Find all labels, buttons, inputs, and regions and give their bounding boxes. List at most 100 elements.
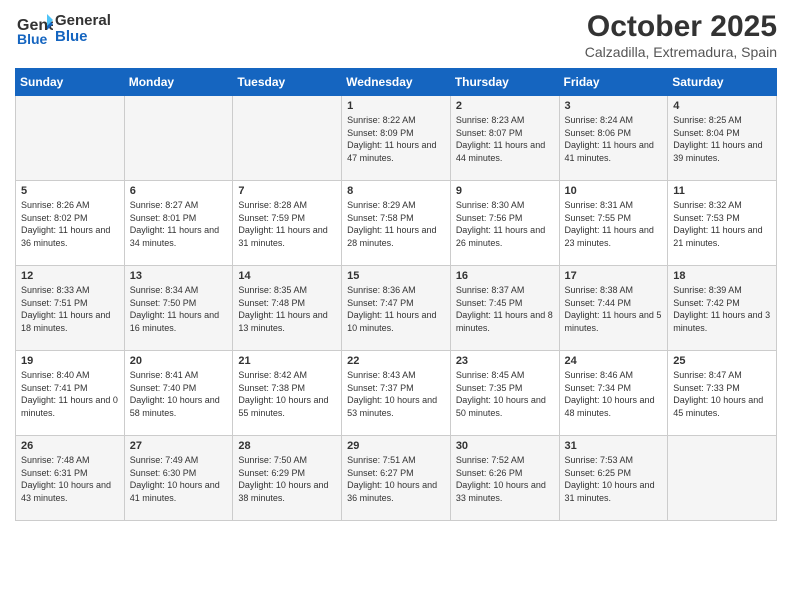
cell-info: Sunrise: 8:22 AM Sunset: 8:09 PM Dayligh… <box>347 114 445 164</box>
cell-info: Sunrise: 7:49 AM Sunset: 6:30 PM Dayligh… <box>130 454 228 504</box>
day-number: 29 <box>347 440 445 452</box>
day-number: 15 <box>347 270 445 282</box>
col-header-saturday: Saturday <box>668 69 777 96</box>
day-number: 14 <box>238 270 336 282</box>
day-number: 4 <box>673 100 771 112</box>
day-number: 23 <box>456 355 554 367</box>
cell-info: Sunrise: 8:28 AM Sunset: 7:59 PM Dayligh… <box>238 199 336 249</box>
day-cell: 23 Sunrise: 8:45 AM Sunset: 7:35 PM Dayli… <box>450 351 559 436</box>
cell-info: Sunrise: 8:24 AM Sunset: 8:06 PM Dayligh… <box>565 114 663 164</box>
cell-info: Sunrise: 8:42 AM Sunset: 7:38 PM Dayligh… <box>238 369 336 419</box>
cell-info: Sunrise: 8:32 AM Sunset: 7:53 PM Dayligh… <box>673 199 771 249</box>
day-cell: 29 Sunrise: 7:51 AM Sunset: 6:27 PM Dayli… <box>342 436 451 521</box>
day-cell: 8 Sunrise: 8:29 AM Sunset: 7:58 PM Daylig… <box>342 181 451 266</box>
day-number: 17 <box>565 270 663 282</box>
col-header-wednesday: Wednesday <box>342 69 451 96</box>
day-number: 25 <box>673 355 771 367</box>
day-number: 11 <box>673 185 771 197</box>
cell-info: Sunrise: 8:33 AM Sunset: 7:51 PM Dayligh… <box>21 284 119 334</box>
day-number: 13 <box>130 270 228 282</box>
day-number: 24 <box>565 355 663 367</box>
cell-info: Sunrise: 8:45 AM Sunset: 7:35 PM Dayligh… <box>456 369 554 419</box>
day-cell: 20Sunrise: 8:41 AM Sunset: 7:40 PM Dayli… <box>124 351 233 436</box>
cell-info: Sunrise: 8:30 AM Sunset: 7:56 PM Dayligh… <box>456 199 554 249</box>
day-number: 10 <box>565 185 663 197</box>
week-row-4: 19 Sunrise: 8:40 AM Sunset: 7:41 PM Dayli… <box>16 351 777 436</box>
day-cell: 24 Sunrise: 8:46 AM Sunset: 7:34 PM Dayli… <box>559 351 668 436</box>
cell-info: Sunrise: 7:51 AM Sunset: 6:27 PM Dayligh… <box>347 454 445 504</box>
day-cell: 14Sunrise: 8:35 AM Sunset: 7:48 PM Dayli… <box>233 266 342 351</box>
day-cell: 27 Sunrise: 7:49 AM Sunset: 6:30 PM Dayli… <box>124 436 233 521</box>
day-number: 8 <box>347 185 445 197</box>
cell-info: Sunrise: 8:31 AM Sunset: 7:55 PM Dayligh… <box>565 199 663 249</box>
day-cell: 19 Sunrise: 8:40 AM Sunset: 7:41 PM Dayli… <box>16 351 125 436</box>
svg-text:Blue: Blue <box>17 31 48 47</box>
logo-icon: General Blue <box>15 10 53 48</box>
day-cell: 28 Sunrise: 7:50 AM Sunset: 6:29 PM Dayli… <box>233 436 342 521</box>
day-number: 31 <box>565 440 663 452</box>
day-number: 6 <box>130 185 228 197</box>
day-number: 30 <box>456 440 554 452</box>
header-row: SundayMondayTuesdayWednesdayThursdayFrid… <box>16 69 777 96</box>
cell-info: Sunrise: 8:29 AM Sunset: 7:58 PM Dayligh… <box>347 199 445 249</box>
cell-info: Sunrise: 7:52 AM Sunset: 6:26 PM Dayligh… <box>456 454 554 504</box>
location-subtitle: Calzadilla, Extremadura, Spain <box>585 44 777 60</box>
day-cell: 3 Sunrise: 8:24 AM Sunset: 8:06 PM Daylig… <box>559 96 668 181</box>
cell-info: Sunrise: 7:53 AM Sunset: 6:25 PM Dayligh… <box>565 454 663 504</box>
day-cell: 13 Sunrise: 8:34 AM Sunset: 7:50 PM Dayli… <box>124 266 233 351</box>
cell-info: Sunrise: 8:36 AM Sunset: 7:47 PM Dayligh… <box>347 284 445 334</box>
day-number: 19 <box>21 355 119 367</box>
day-number: 5 <box>21 185 119 197</box>
week-row-3: 12Sunrise: 8:33 AM Sunset: 7:51 PM Dayli… <box>16 266 777 351</box>
day-cell: 25 Sunrise: 8:47 AM Sunset: 7:33 PM Dayli… <box>668 351 777 436</box>
day-number: 27 <box>130 440 228 452</box>
day-number: 7 <box>238 185 336 197</box>
logo-blue: Blue <box>55 29 111 46</box>
cell-info: Sunrise: 7:48 AM Sunset: 6:31 PM Dayligh… <box>21 454 119 504</box>
day-number: 18 <box>673 270 771 282</box>
day-cell: 11 Sunrise: 8:32 AM Sunset: 7:53 PM Dayli… <box>668 181 777 266</box>
day-cell <box>233 96 342 181</box>
cell-info: Sunrise: 8:41 AM Sunset: 7:40 PM Dayligh… <box>130 369 228 419</box>
cell-info: Sunrise: 8:47 AM Sunset: 7:33 PM Dayligh… <box>673 369 771 419</box>
cell-info: Sunrise: 8:23 AM Sunset: 8:07 PM Dayligh… <box>456 114 554 164</box>
day-number: 3 <box>565 100 663 112</box>
day-cell: 18Sunrise: 8:39 AM Sunset: 7:42 PM Dayli… <box>668 266 777 351</box>
day-number: 28 <box>238 440 336 452</box>
col-header-friday: Friday <box>559 69 668 96</box>
day-number: 16 <box>456 270 554 282</box>
day-cell <box>16 96 125 181</box>
day-cell: 17Sunrise: 8:38 AM Sunset: 7:44 PM Dayli… <box>559 266 668 351</box>
col-header-sunday: Sunday <box>16 69 125 96</box>
logo-general: General <box>55 13 111 30</box>
calendar-table: SundayMondayTuesdayWednesdayThursdayFrid… <box>15 68 777 521</box>
cell-info: Sunrise: 8:34 AM Sunset: 7:50 PM Dayligh… <box>130 284 228 334</box>
day-cell: 30 Sunrise: 7:52 AM Sunset: 6:26 PM Dayli… <box>450 436 559 521</box>
day-number: 22 <box>347 355 445 367</box>
day-number: 21 <box>238 355 336 367</box>
day-cell: 16Sunrise: 8:37 AM Sunset: 7:45 PM Dayli… <box>450 266 559 351</box>
cell-info: Sunrise: 8:25 AM Sunset: 8:04 PM Dayligh… <box>673 114 771 164</box>
cell-info: Sunrise: 8:26 AM Sunset: 8:02 PM Dayligh… <box>21 199 119 249</box>
day-cell: 22 Sunrise: 8:43 AM Sunset: 7:37 PM Dayli… <box>342 351 451 436</box>
logo: General Blue General Blue <box>15 10 111 48</box>
day-cell <box>668 436 777 521</box>
header: General Blue General Blue October 2025 C… <box>15 10 777 60</box>
day-number: 1 <box>347 100 445 112</box>
day-cell: 12Sunrise: 8:33 AM Sunset: 7:51 PM Dayli… <box>16 266 125 351</box>
week-row-1: 1 Sunrise: 8:22 AM Sunset: 8:09 PM Daylig… <box>16 96 777 181</box>
col-header-thursday: Thursday <box>450 69 559 96</box>
cell-info: Sunrise: 8:40 AM Sunset: 7:41 PM Dayligh… <box>21 369 119 419</box>
cell-info: Sunrise: 7:50 AM Sunset: 6:29 PM Dayligh… <box>238 454 336 504</box>
cell-info: Sunrise: 8:43 AM Sunset: 7:37 PM Dayligh… <box>347 369 445 419</box>
day-number: 9 <box>456 185 554 197</box>
day-number: 2 <box>456 100 554 112</box>
day-cell: 15 Sunrise: 8:36 AM Sunset: 7:47 PM Dayli… <box>342 266 451 351</box>
title-block: October 2025 Calzadilla, Extremadura, Sp… <box>585 10 777 60</box>
col-header-tuesday: Tuesday <box>233 69 342 96</box>
col-header-monday: Monday <box>124 69 233 96</box>
day-cell: 10 Sunrise: 8:31 AM Sunset: 7:55 PM Dayli… <box>559 181 668 266</box>
day-cell: 26Sunrise: 7:48 AM Sunset: 6:31 PM Dayli… <box>16 436 125 521</box>
day-cell: 31 Sunrise: 7:53 AM Sunset: 6:25 PM Dayli… <box>559 436 668 521</box>
cell-info: Sunrise: 8:46 AM Sunset: 7:34 PM Dayligh… <box>565 369 663 419</box>
